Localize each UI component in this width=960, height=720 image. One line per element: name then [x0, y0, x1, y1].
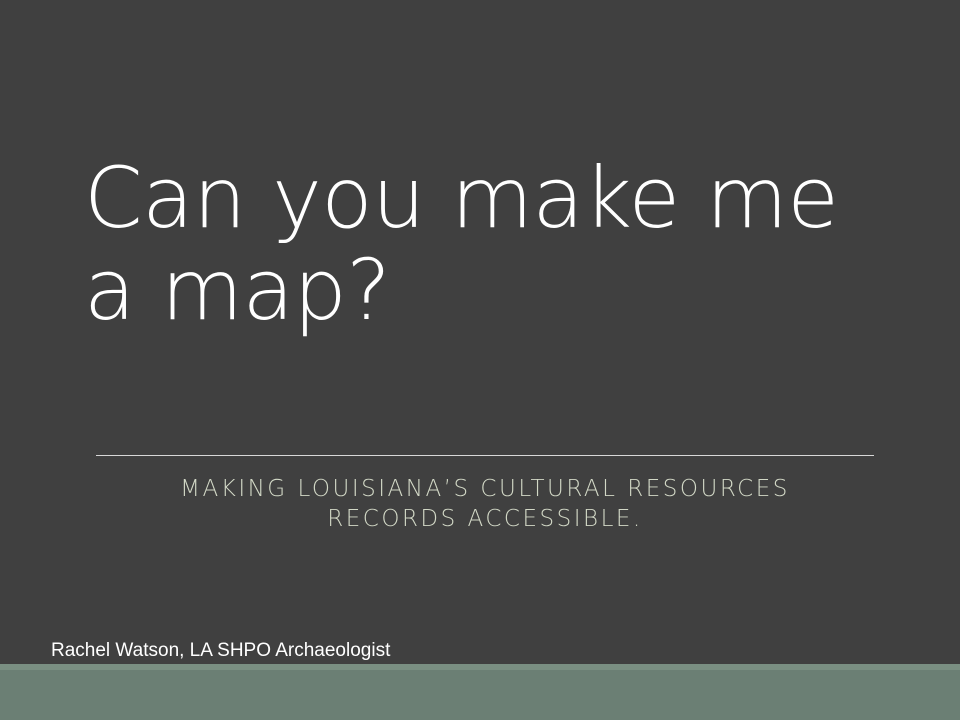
- author-credit: Rachel Watson, LA SHPO Archaeologist: [51, 640, 391, 661]
- subtitle-line-2: RECORDS ACCESSIBLE.: [327, 506, 643, 532]
- title-line-1: Can you make me: [84, 149, 839, 247]
- title-divider: [96, 455, 874, 456]
- slide-title: Can you make me a map?: [84, 152, 884, 336]
- slide: Can you make me a map? MAKING LOUISIANA’…: [0, 0, 960, 720]
- slide-subtitle: MAKING LOUISIANA’S CULTURAL RESOURCES RE…: [96, 474, 874, 534]
- footer-accent-line: [0, 664, 960, 670]
- footer-band: [0, 664, 960, 720]
- title-line-2: a map?: [84, 241, 391, 339]
- subtitle-line-1: MAKING LOUISIANA’S CULTURAL RESOURCES: [180, 476, 790, 502]
